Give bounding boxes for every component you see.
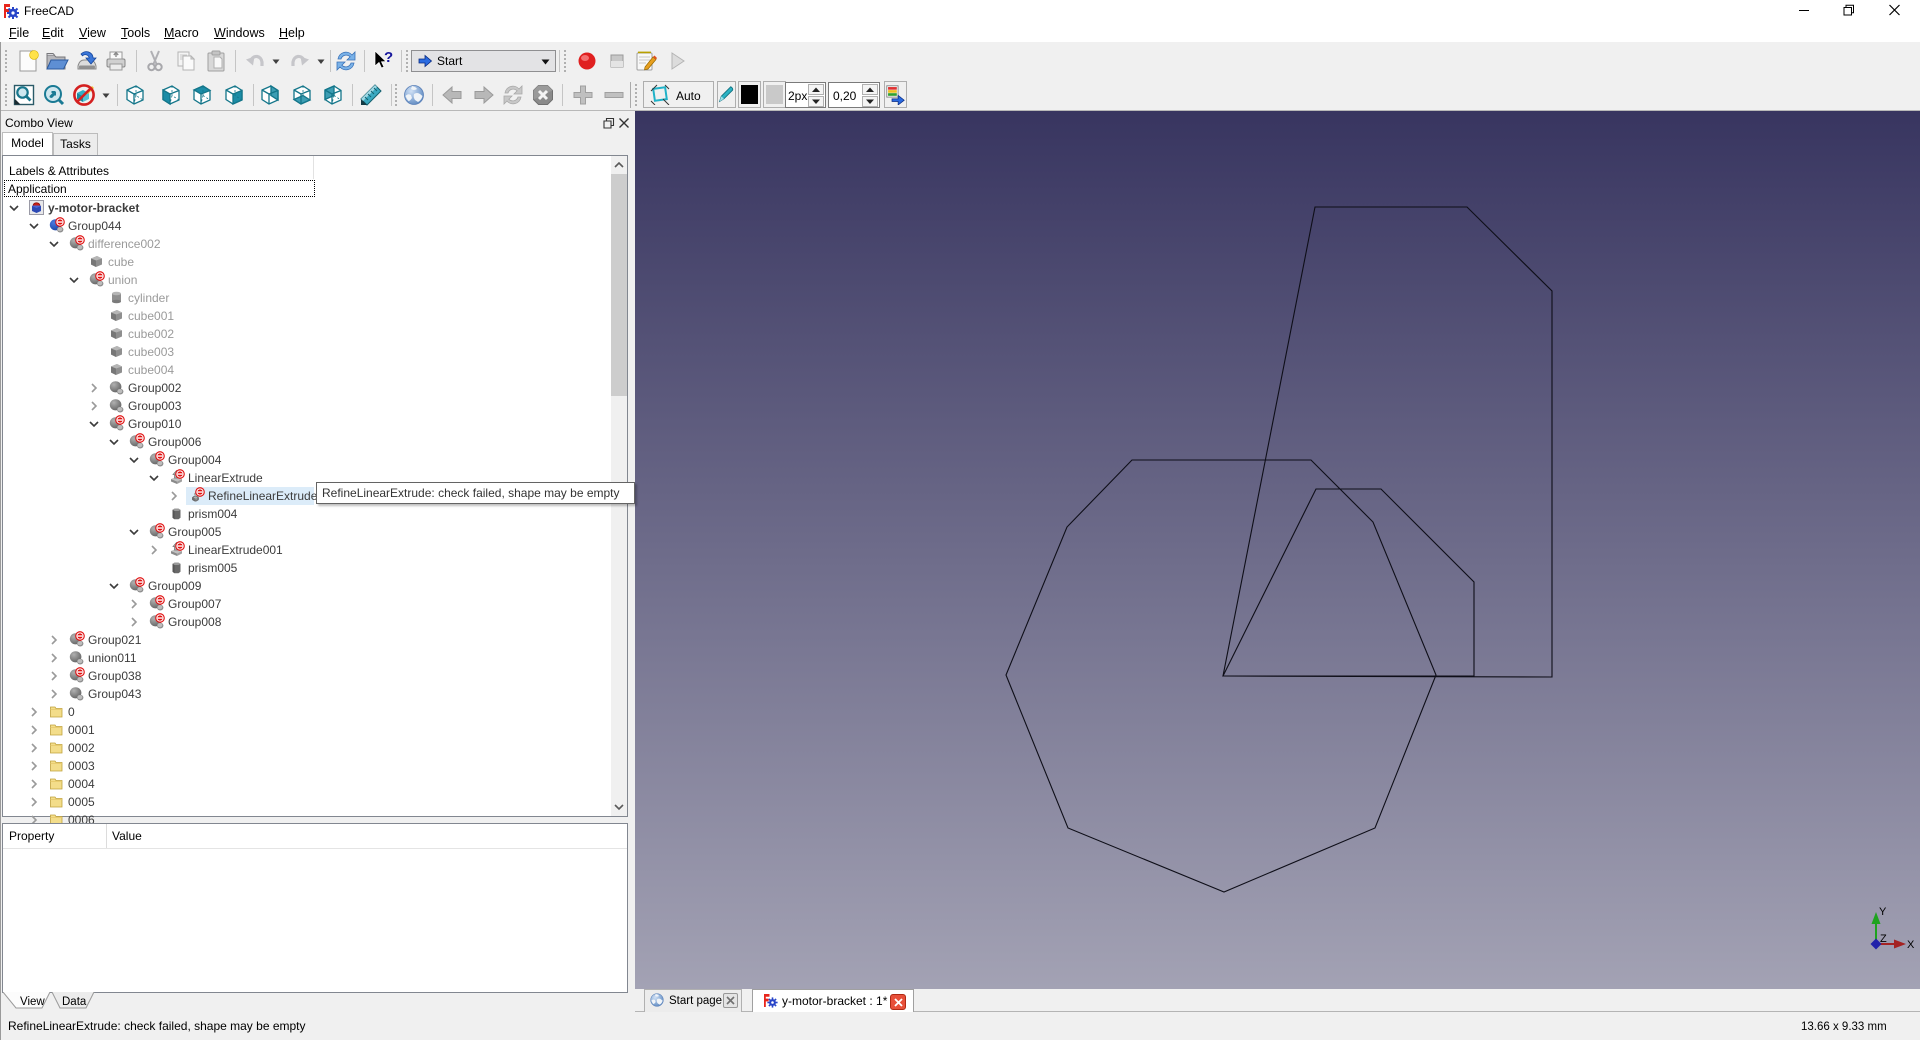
svg-text:X: X — [1907, 939, 1915, 951]
svg-text:View: View — [20, 996, 45, 1008]
svg-text:Z: Z — [1880, 933, 1887, 945]
svg-text:Data: Data — [62, 996, 87, 1008]
svg-text:Y: Y — [1879, 906, 1887, 918]
